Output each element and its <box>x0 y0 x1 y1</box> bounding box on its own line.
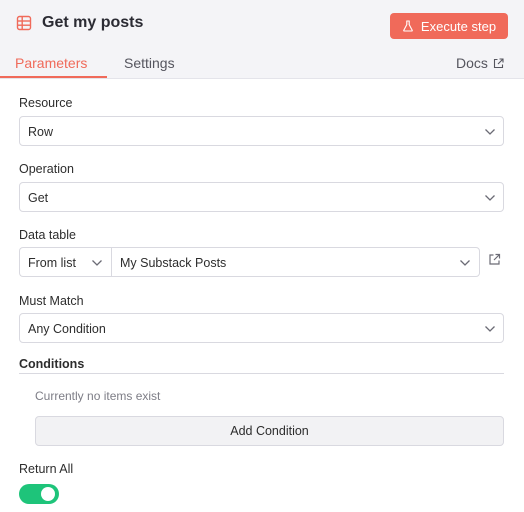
must-match-select[interactable]: Any Condition <box>19 313 504 343</box>
chevron-down-icon <box>484 128 496 136</box>
data-table-select[interactable]: My Substack Posts <box>111 247 480 277</box>
chevron-down-icon <box>459 259 471 267</box>
toggle-knob <box>41 487 55 501</box>
execute-step-button[interactable]: Execute step <box>390 13 508 39</box>
docs-label: Docs <box>456 55 488 71</box>
chevron-down-icon <box>484 325 496 333</box>
execute-step-label: Execute step <box>420 18 497 34</box>
active-tab-indicator <box>0 76 107 78</box>
external-link-icon <box>493 57 504 69</box>
conditions-title: Conditions <box>19 357 85 371</box>
node-header: Get my posts Execute step Parameters Set… <box>0 0 524 79</box>
resource-value: Row <box>28 125 54 139</box>
chevron-down-icon <box>91 259 103 267</box>
resource-label: Resource <box>19 96 73 110</box>
data-table-mode-value: From list <box>28 256 76 270</box>
return-all-toggle[interactable] <box>19 484 59 504</box>
data-table-value: My Substack Posts <box>120 256 227 270</box>
operation-label: Operation <box>19 162 74 176</box>
must-match-label: Must Match <box>19 294 84 308</box>
conditions-divider <box>19 373 504 374</box>
chevron-down-icon <box>484 194 496 202</box>
return-all-label: Return All <box>19 462 74 476</box>
operation-select[interactable]: Get <box>19 182 504 212</box>
table-icon <box>16 15 32 31</box>
operation-value: Get <box>28 191 49 205</box>
data-table-label: Data table <box>19 228 76 242</box>
open-data-table-icon[interactable] <box>488 253 501 266</box>
data-table-mode-select[interactable]: From list <box>19 247 112 277</box>
add-condition-button[interactable]: Add Condition <box>35 416 504 446</box>
node-title[interactable]: Get my posts <box>42 14 143 32</box>
resource-select[interactable]: Row <box>19 116 504 146</box>
docs-link[interactable]: Docs <box>456 55 504 71</box>
flask-icon <box>402 20 414 32</box>
conditions-empty-text: Currently no items exist <box>35 389 161 403</box>
title-row: Get my posts <box>16 14 143 32</box>
tab-settings[interactable]: Settings <box>124 55 175 82</box>
must-match-value: Any Condition <box>28 322 106 336</box>
